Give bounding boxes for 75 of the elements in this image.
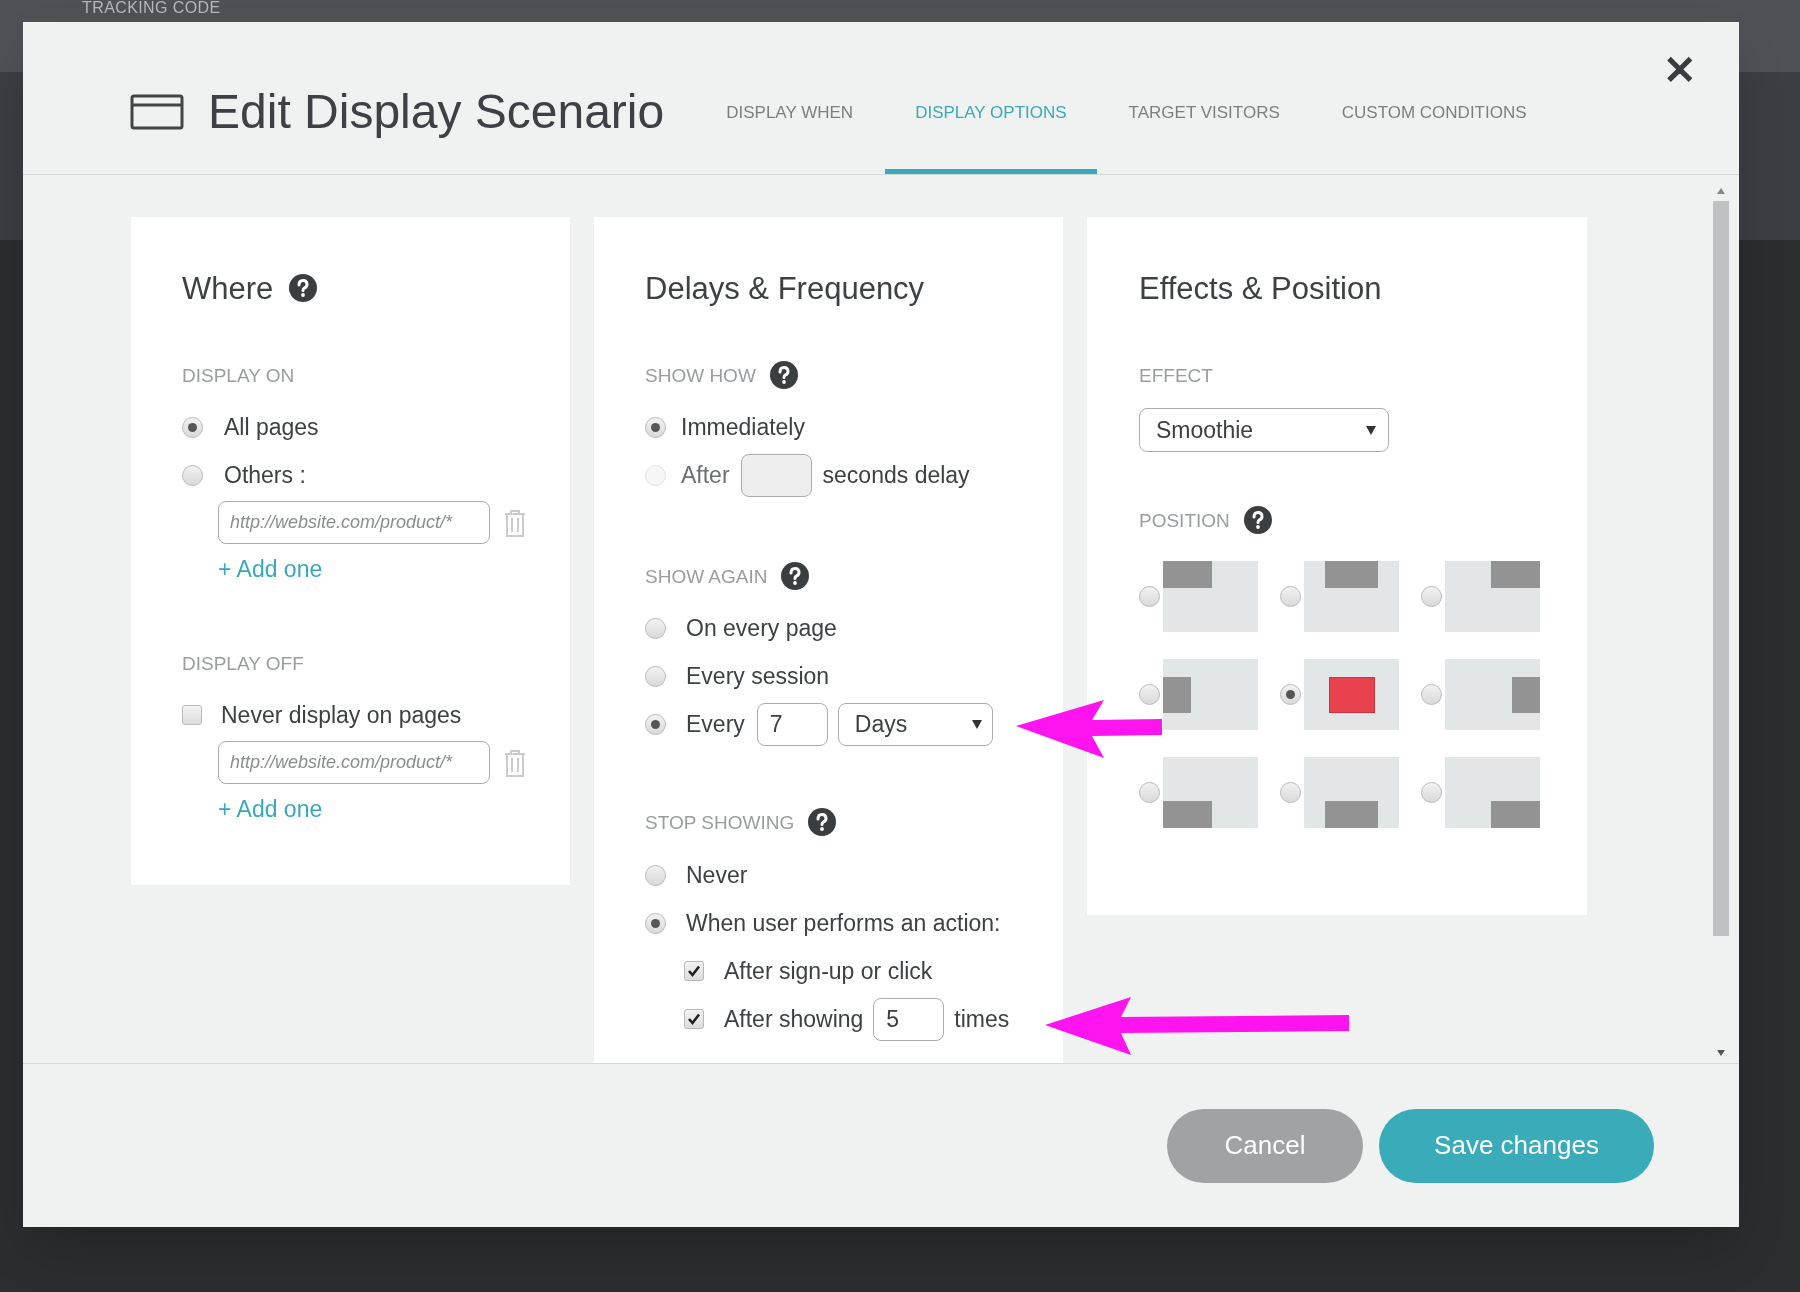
option-label: When user performs an action:	[686, 911, 1001, 935]
radio-button[interactable]	[182, 416, 203, 438]
option-label: On every page	[686, 616, 837, 640]
checkbox[interactable]	[684, 1009, 704, 1029]
section-label: SHOW HOW	[645, 365, 756, 385]
radio-button[interactable]	[645, 416, 666, 438]
panel-title: Effects & Position	[1139, 272, 1382, 304]
radio-button[interactable]	[645, 665, 666, 687]
scroll-down-icon[interactable]	[1716, 1049, 1726, 1057]
radio-button[interactable]	[1139, 684, 1160, 705]
background-heading: TRACKING CODE	[82, 0, 221, 16]
section-label: DISPLAY ON	[182, 365, 295, 385]
radio-button[interactable]	[1139, 782, 1160, 803]
radio-button[interactable]	[645, 713, 666, 735]
section-label: EFFECT	[1139, 365, 1213, 385]
radio-button[interactable]	[1280, 586, 1301, 607]
tab[interactable]: DISPLAY OPTIONS	[885, 22, 1097, 174]
effect-dropdown[interactable]: Smoothie	[1139, 408, 1389, 452]
option-label: Never	[686, 863, 748, 887]
add-link[interactable]: + Add one	[218, 794, 323, 824]
option-label: Immediately	[681, 415, 805, 439]
section-label: STOP SHOWING	[645, 812, 795, 832]
radio-button[interactable]	[1421, 684, 1442, 705]
checkbox[interactable]	[684, 961, 704, 981]
scrollbar[interactable]	[1712, 187, 1730, 1057]
radio-button[interactable]	[1421, 586, 1442, 607]
option-label: After	[681, 463, 730, 487]
option-label: Every session	[686, 664, 830, 688]
option-label: Every	[686, 712, 745, 736]
seconds-field[interactable]	[740, 453, 812, 497]
section-label: DISPLAY OFF	[182, 653, 304, 673]
tab[interactable]: DISPLAY WHEN	[696, 22, 884, 174]
option-label: After sign-up or click	[724, 959, 933, 983]
radio-button[interactable]	[1280, 782, 1301, 803]
url-field[interactable]: http://website.com/product/*	[218, 501, 490, 544]
radio-button[interactable]	[645, 912, 666, 934]
caret-icon	[971, 719, 982, 729]
option-label: times	[954, 1007, 1010, 1031]
trash-icon[interactable]	[504, 508, 526, 537]
help-icon[interactable]	[769, 361, 798, 389]
window-icon	[130, 94, 184, 130]
caret-icon	[1366, 425, 1376, 435]
unit-dropdown[interactable]: Days	[837, 702, 993, 746]
option-label: Others :	[224, 463, 306, 487]
close-button[interactable]: ✕	[1663, 50, 1697, 90]
dialog-title: Edit Display Scenario	[208, 88, 665, 136]
radio-button[interactable]	[645, 617, 666, 639]
cancel-button[interactable]: Cancel	[1167, 1108, 1363, 1183]
radio-button[interactable]	[1280, 684, 1301, 705]
trash-icon[interactable]	[504, 748, 526, 777]
radio-button[interactable]	[1139, 586, 1160, 607]
tab[interactable]: TARGET VISITORS	[1098, 22, 1310, 174]
section-label: SHOW AGAIN	[645, 566, 768, 586]
help-icon[interactable]	[781, 562, 810, 590]
url-field[interactable]: http://website.com/product/*	[218, 741, 490, 784]
save-button[interactable]: Save changes	[1379, 1108, 1654, 1183]
panel-title: Delays & Frequency	[645, 272, 925, 304]
radio-button[interactable]	[645, 864, 666, 886]
option-label: Never display on pages	[221, 703, 462, 727]
tab[interactable]: CUSTOM CONDITIONS	[1311, 22, 1557, 174]
scroll-up-icon[interactable]	[1716, 187, 1726, 195]
option-label: seconds delay	[822, 463, 970, 487]
radio-button[interactable]	[182, 464, 203, 486]
help-icon[interactable]	[1243, 506, 1272, 534]
number-field[interactable]: 7	[756, 702, 828, 746]
option-label: All pages	[224, 415, 319, 439]
count-field[interactable]: 5	[873, 997, 945, 1041]
option-label: After showing	[724, 1007, 864, 1031]
panel-title: Where	[182, 272, 274, 304]
help-icon[interactable]	[289, 274, 318, 302]
help-icon[interactable]	[808, 808, 837, 836]
section-label: POSITION	[1139, 510, 1230, 530]
add-link[interactable]: + Add one	[218, 554, 323, 584]
checkbox[interactable]	[182, 705, 202, 725]
radio-button[interactable]	[1421, 782, 1442, 803]
